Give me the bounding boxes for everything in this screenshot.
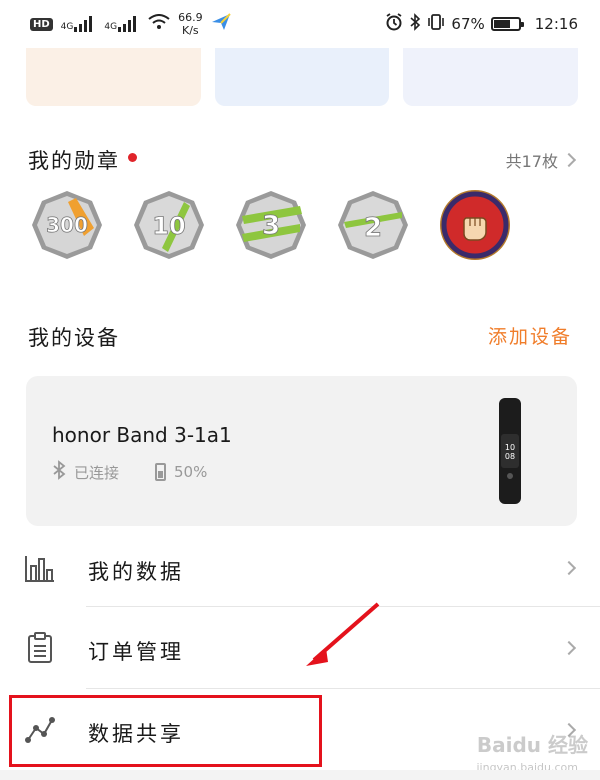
bar-chart-icon bbox=[24, 552, 56, 584]
bluetooth-icon bbox=[52, 460, 66, 484]
menu-my-data[interactable]: 我的数据 bbox=[0, 530, 600, 610]
device-battery: 50% bbox=[174, 463, 208, 481]
svg-text:10: 10 bbox=[505, 443, 515, 452]
medals-title[interactable]: 我的勋章 bbox=[28, 145, 137, 175]
hd-icon: HD bbox=[30, 17, 53, 31]
red-arrow-icon bbox=[306, 602, 380, 666]
svg-text:08: 08 bbox=[505, 452, 515, 461]
medal-label: 2 bbox=[364, 213, 382, 243]
signal-icon-2: 4G bbox=[104, 16, 140, 32]
signal-icon-1: 4G bbox=[61, 16, 97, 32]
medal-300[interactable]: 300 bbox=[30, 188, 104, 262]
chevron-right-icon bbox=[561, 640, 577, 656]
feature-card-1[interactable] bbox=[26, 48, 201, 106]
medal-list: 300 10 3 2 bbox=[30, 188, 530, 272]
medal-10[interactable]: 10 bbox=[132, 188, 206, 262]
battery-icon bbox=[490, 17, 524, 31]
new-dot bbox=[128, 153, 137, 162]
band-image: 10 08 bbox=[493, 398, 527, 504]
vibrate-icon bbox=[427, 13, 445, 35]
watermark-brand: Baidu 经验 bbox=[476, 733, 588, 757]
devices-title: 我的设备 bbox=[28, 326, 120, 350]
menu-label: 我的数据 bbox=[88, 560, 184, 584]
battery-icon bbox=[155, 463, 167, 481]
device-name: honor Band 3-1a1 bbox=[52, 423, 232, 447]
chevron-right-icon bbox=[561, 560, 577, 576]
connection-status: 已连接 bbox=[74, 463, 120, 482]
alarm-icon bbox=[385, 13, 403, 35]
bluetooth-icon bbox=[409, 13, 421, 35]
medal-label: 3 bbox=[262, 211, 280, 241]
divider bbox=[86, 688, 600, 689]
highlight-box bbox=[9, 695, 322, 767]
medal-2[interactable]: 2 bbox=[336, 188, 410, 262]
feature-card-2[interactable] bbox=[214, 48, 390, 106]
clock: 12:16 bbox=[534, 15, 578, 33]
menu-label: 订单管理 bbox=[88, 640, 184, 664]
medals-count-link[interactable]: 共17枚 bbox=[506, 148, 577, 172]
battery-percent: 67% bbox=[451, 15, 485, 33]
status-bar: HD 4G 4G 66.9 K/s 67% 12:16 bbox=[0, 0, 600, 48]
clipboard-icon bbox=[24, 632, 56, 664]
medal-fist[interactable] bbox=[438, 188, 512, 262]
chevron-right-icon bbox=[561, 152, 577, 168]
paper-plane-icon bbox=[211, 13, 231, 35]
top-feature-cards bbox=[26, 48, 579, 106]
wifi-icon bbox=[148, 14, 170, 34]
medal-label: 10 bbox=[152, 212, 185, 240]
device-card[interactable]: honor Band 3-1a1 已连接 50% 10 08 bbox=[26, 376, 577, 526]
add-device-button[interactable]: 添加设备 bbox=[488, 322, 572, 349]
medal-label: 300 bbox=[46, 213, 88, 237]
device-status: 已连接 50% bbox=[52, 460, 207, 484]
bottom-strip bbox=[0, 770, 600, 780]
medal-3[interactable]: 3 bbox=[234, 188, 308, 262]
network-speed: 66.9 K/s bbox=[178, 11, 203, 37]
feature-card-3[interactable] bbox=[403, 48, 579, 106]
